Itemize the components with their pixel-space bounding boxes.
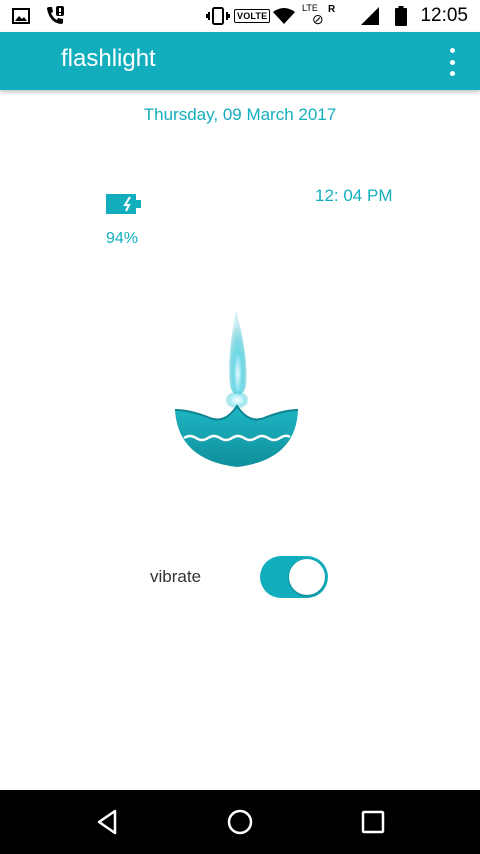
home-icon[interactable] bbox=[200, 790, 280, 854]
overflow-menu-icon[interactable] bbox=[442, 48, 462, 76]
battery-level-icon bbox=[106, 194, 142, 219]
gallery-icon bbox=[12, 0, 30, 32]
vibrate-icon bbox=[206, 0, 230, 32]
recents-icon[interactable] bbox=[333, 790, 413, 854]
signal-icon bbox=[360, 0, 380, 32]
back-icon[interactable] bbox=[67, 790, 147, 854]
missed-call-icon bbox=[44, 0, 66, 32]
battery-icon bbox=[395, 0, 407, 32]
vibrate-label: vibrate bbox=[150, 567, 202, 586]
status-bar: VOLTE LTE ⊘ R 12:05 bbox=[0, 0, 480, 32]
app-title: flashlight bbox=[61, 45, 156, 72]
toggle-knob bbox=[289, 559, 325, 595]
navigation-bar bbox=[0, 790, 480, 854]
time-text: 12: 04 PM bbox=[315, 186, 393, 205]
battery-percent: 94% bbox=[106, 230, 139, 247]
data-icon: LTE ⊘ R bbox=[302, 3, 336, 27]
app-bar: flashlight bbox=[0, 32, 480, 90]
diya-lamp-icon[interactable] bbox=[170, 310, 310, 485]
volte-icon: VOLTE bbox=[234, 0, 271, 32]
wifi-icon bbox=[272, 0, 296, 32]
date-text: Thursday, 09 March 2017 bbox=[143, 105, 337, 124]
status-time: 12:05 bbox=[420, 5, 468, 26]
vibrate-toggle[interactable] bbox=[260, 556, 328, 598]
